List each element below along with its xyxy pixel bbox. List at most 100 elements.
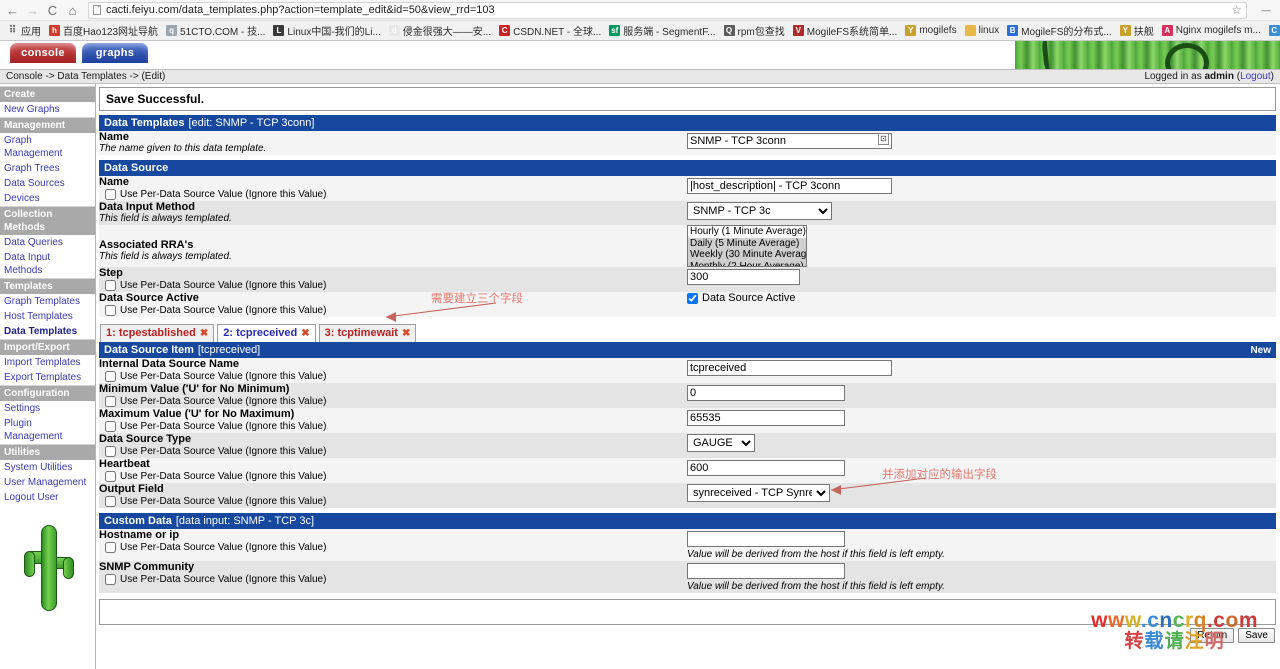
dsi-perds-checkbox[interactable]	[105, 446, 116, 457]
save-button[interactable]: Save	[1238, 628, 1275, 643]
sidebar-item-settings[interactable]: Settings	[0, 401, 95, 416]
sidebar-item-new-graphs[interactable]: New Graphs	[0, 102, 95, 117]
ds-item-new-link[interactable]: New	[1250, 345, 1271, 356]
custom-data-perds-checkbox[interactable]	[105, 574, 116, 585]
ds-item-tab-close-icon[interactable]: ✖	[402, 327, 410, 340]
bookmark-item[interactable]: linux	[962, 24, 1005, 37]
ds-name-perds-checkbox[interactable]	[105, 189, 116, 200]
dsi-field-input[interactable]	[687, 410, 845, 426]
home-icon[interactable]: ⌂	[66, 4, 79, 17]
dsi-perds-label: Use Per-Data Source Value (Ignore this V…	[120, 396, 327, 407]
sidebar-item-graph-templates[interactable]: Graph Templates	[0, 294, 95, 309]
custom-data-perds-checkbox[interactable]	[105, 542, 116, 553]
rra-option[interactable]: Hourly (1 Minute Average)	[688, 226, 806, 238]
bookmark-item[interactable]: C优秀Python学习资...	[1266, 22, 1280, 39]
sidebar-group-header: Create	[0, 86, 95, 102]
ds-item-tab-close-icon[interactable]: ✖	[301, 327, 309, 340]
sidebar-item-devices[interactable]: Devices	[0, 191, 95, 206]
bookmark-item[interactable]: d 侵金很强大——安...	[386, 22, 496, 39]
sidebar-item-export-templates[interactable]: Export Templates	[0, 370, 95, 385]
ds-step-perds: Use Per-Data Source Value (Ignore this V…	[99, 279, 687, 292]
template-name-picker-icon[interactable]: ⊡	[878, 133, 889, 145]
ds-step-perds-checkbox[interactable]	[105, 280, 116, 291]
custom-data-subtitle: [data input: SNMP - TCP 3c]	[175, 515, 315, 527]
dsi-perds-checkbox[interactable]	[105, 421, 116, 432]
custom-data-perds-row: Use Per-Data Source Value (Ignore this V…	[99, 541, 687, 554]
bookmark-star-icon[interactable]: ☆	[1231, 3, 1242, 17]
ds-item-tab-close-icon[interactable]: ✖	[200, 327, 208, 340]
sidebar-item-logout-user[interactable]: Logout User	[0, 490, 95, 505]
bookmark-favicon-icon: q	[166, 25, 178, 36]
rra-option[interactable]: Weekly (30 Minute Average)	[688, 249, 806, 261]
data-source-title: Data Source	[104, 162, 169, 174]
bookmark-item[interactable]: Y 扶舰	[1117, 22, 1159, 39]
dsi-perds-checkbox[interactable]	[105, 471, 116, 482]
data-templates-subtitle: [edit: SNMP - TCP 3conn]	[188, 117, 315, 129]
sidebar-item-data-sources[interactable]: Data Sources	[0, 176, 95, 191]
ds-active-wrap: Data Source Active	[687, 292, 1276, 304]
forward-icon[interactable]: →	[26, 4, 39, 17]
logout-link[interactable]: Logout	[1240, 71, 1271, 82]
bookmark-item[interactable]: ⠿ 应用	[4, 22, 46, 39]
address-bar[interactable]: cacti.feiyu.com/data_templates.php?actio…	[88, 1, 1247, 19]
custom-data-perds-row: Use Per-Data Source Value (Ignore this V…	[99, 573, 687, 586]
dsi-perds-checkbox[interactable]	[105, 396, 116, 407]
dsi-field-input[interactable]	[687, 385, 845, 401]
sidebar-item-data-templates[interactable]: Data Templates	[0, 324, 95, 339]
bookmark-item[interactable]: h 百度Hao123网址导航	[46, 22, 163, 39]
sidebar-item-system-utilities[interactable]: System Utilities	[0, 460, 95, 475]
custom-data-field-input[interactable]	[687, 563, 845, 579]
ds-step-input[interactable]	[687, 269, 800, 285]
bookmark-item[interactable]: q 51CTO.COM - 技...	[163, 22, 270, 39]
minimize-icon[interactable]: —	[1258, 3, 1274, 17]
dsi-input-cell	[687, 458, 1276, 483]
ds-item-tab[interactable]: 1: tcpestablished ✖	[100, 324, 215, 342]
tab-graphs[interactable]: graphs	[82, 43, 148, 63]
sidebar-item-user-management[interactable]: User Management	[0, 475, 95, 490]
ds-rra-listbox[interactable]: Hourly (1 Minute Average) Daily (5 Minute…	[687, 225, 807, 267]
bookmark-item[interactable]: C CSDN.NET - 全球...	[496, 22, 606, 39]
ds-active-perds-checkbox[interactable]	[105, 305, 116, 316]
sidebar-item-data-input-methods[interactable]: Data Input Methods	[0, 250, 95, 278]
bookmark-item[interactable]: Qrpm包查找	[721, 22, 790, 39]
dsi-perds-checkbox[interactable]	[105, 496, 116, 507]
return-button[interactable]: Return	[1190, 628, 1235, 643]
dsi-field-select[interactable]: GAUGE	[687, 434, 755, 452]
rra-option[interactable]: Daily (5 Minute Average)	[688, 237, 806, 249]
ds-step-cell	[687, 267, 1276, 292]
bookmark-item[interactable]: A Nginx mogilefs m...	[1159, 24, 1266, 37]
dsi-field-input[interactable]	[687, 360, 892, 376]
custom-data-field-input[interactable]	[687, 531, 845, 547]
bookmark-item[interactable]: V MogileFS系统简单...	[790, 22, 903, 39]
template-name-wrap: ⊡	[687, 131, 892, 149]
bookmark-item[interactable]: Ymogilefs	[902, 24, 961, 37]
sidebar-item-graph-management[interactable]: Graph Management	[0, 133, 95, 161]
bookmark-label: CSDN.NET - 全球...	[513, 27, 602, 38]
dsi-field-select[interactable]: synreceived - TCP Synreceived	[687, 484, 830, 502]
ds-name-input[interactable]	[687, 178, 892, 194]
bookmark-item[interactable]: sf 服务端 - SegmentF...	[606, 22, 720, 39]
back-icon[interactable]: ←	[6, 4, 19, 17]
ds-item-tab[interactable]: 2: tcpreceived ✖	[217, 324, 316, 342]
dsi-perds-checkbox[interactable]	[105, 371, 116, 382]
custom-data-row: SNMP Community Use Per-Data Source Value …	[99, 561, 1276, 593]
bookmark-label: 扶舰	[1133, 27, 1154, 38]
sidebar-item-import-templates[interactable]: Import Templates	[0, 355, 95, 370]
ds-active-checkbox[interactable]	[687, 292, 698, 304]
bookmark-item[interactable]: B MogileFS的分布式...	[1004, 22, 1117, 39]
sidebar-item-graph-trees[interactable]: Graph Trees	[0, 161, 95, 176]
ds-active-checkbox-label: Data Source Active	[702, 292, 796, 304]
dsi-row: Internal Data Source Name Use Per-Data So…	[99, 358, 1276, 383]
dsi-field-input[interactable]	[687, 460, 845, 476]
template-name-input[interactable]	[687, 133, 892, 149]
dsi-perds-label: Use Per-Data Source Value (Ignore this V…	[120, 496, 327, 507]
bookmark-item[interactable]: L Linux中国-我们的Li...	[270, 22, 385, 39]
sidebar-item-host-templates[interactable]: Host Templates	[0, 309, 95, 324]
reload-icon[interactable]: C	[46, 4, 59, 17]
custom-data-panel: Custom Data [data input: SNMP - TCP 3c] …	[99, 513, 1276, 593]
sidebar-item-data-queries[interactable]: Data Queries	[0, 235, 95, 250]
ds-input-method-select[interactable]: SNMP - TCP 3c	[687, 202, 832, 220]
sidebar-item-plugin-management[interactable]: Plugin Management	[0, 416, 95, 444]
tab-console[interactable]: console	[10, 43, 76, 63]
ds-item-tab[interactable]: 3: tcptimewait ✖	[318, 324, 417, 342]
